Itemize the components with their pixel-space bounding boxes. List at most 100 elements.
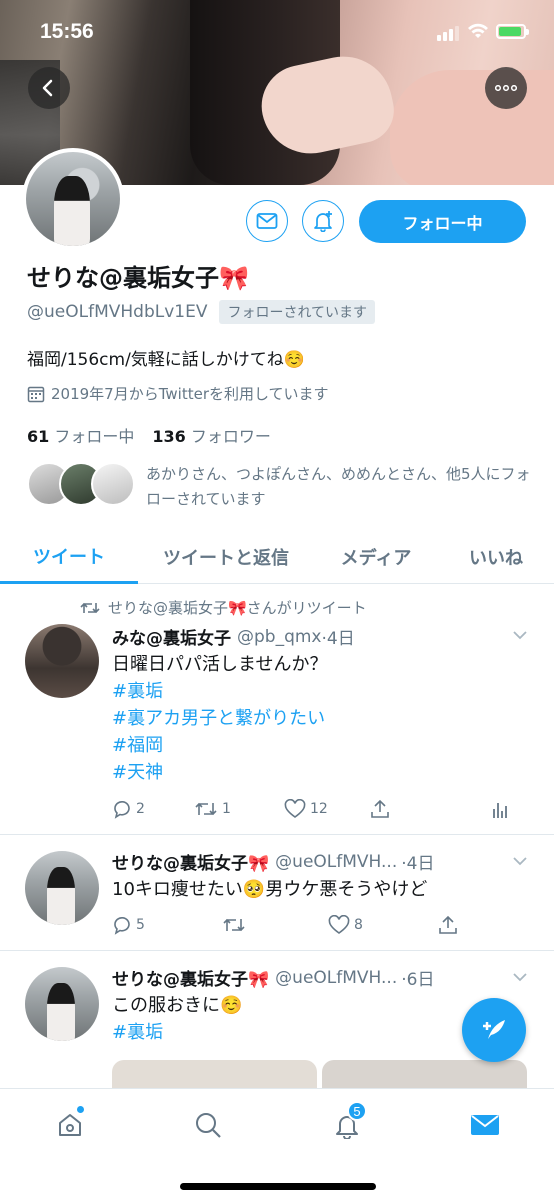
tweet-date: ·4日 [401, 854, 435, 874]
hashtag-link[interactable]: #裏アカ男子と繋がりたい [112, 705, 327, 732]
home-indicator [180, 1183, 376, 1190]
bell-plus-icon [314, 211, 332, 232]
tweet-avatar[interactable] [25, 967, 99, 1041]
tweet-author-name[interactable]: みな@裏垢女子 [112, 624, 231, 649]
compose-tweet-button[interactable] [462, 998, 526, 1062]
retweet-button[interactable]: 1 [194, 799, 284, 819]
new-content-dot [76, 1105, 85, 1114]
analytics-icon [493, 803, 507, 818]
reply-button[interactable]: 2 [112, 799, 194, 819]
tweet-author-name[interactable]: せりな@裏垢女子🎀 [112, 849, 269, 874]
tweet-avatar[interactable] [25, 624, 99, 698]
share-button[interactable] [438, 915, 458, 935]
tweet-avatar[interactable] [25, 851, 99, 925]
more-options-button[interactable] [485, 67, 527, 109]
banner-sleeve [390, 70, 554, 185]
retweet-icon [195, 802, 217, 816]
hashtag-link[interactable]: #天神 [112, 759, 327, 786]
follower-avatar [91, 462, 135, 506]
tweet-author-handle: @ueOLfMVH... [275, 967, 398, 988]
tweet-text: 10キロ痩せたい🥺男ウケ悪そうやけど [112, 879, 428, 900]
direct-message-button[interactable] [246, 200, 288, 242]
tweet-header: みな@裏垢女子 @pb_qmx ·4日 [112, 624, 355, 650]
tweet-header: せりな@裏垢女子🎀 @ueOLfMVH... ·4日 [112, 849, 435, 875]
chevron-left-icon [42, 79, 53, 97]
feather-plus-icon [483, 1020, 505, 1039]
profile-handle: @ueOLfMVHdbLv1EV [27, 302, 208, 322]
tweet-header: せりな@裏垢女子🎀 @ueOLfMVH... ·6日 [112, 965, 435, 991]
reply-count: 5 [136, 917, 145, 933]
tweet-body: この服おきに☺️ #裏垢 [112, 992, 242, 1046]
profile-tabs: ツイート ツイートと返信 メディア いいね [0, 530, 554, 584]
tab-media[interactable]: メディア [314, 530, 438, 584]
nav-search[interactable] [188, 1105, 228, 1145]
back-button[interactable] [28, 67, 70, 109]
share-icon [371, 799, 389, 818]
like-button[interactable]: 12 [284, 799, 370, 819]
tweet-text: この服おきに☺️ [112, 995, 243, 1016]
nav-messages[interactable] [465, 1105, 505, 1145]
avatar-image [26, 152, 120, 246]
reply-button[interactable]: 5 [112, 915, 222, 935]
like-count: 8 [354, 917, 363, 933]
following-button[interactable]: フォロー中 [359, 200, 526, 243]
hashtag-link[interactable]: #裏垢 [112, 678, 327, 705]
reply-icon [114, 800, 130, 819]
share-button[interactable] [370, 799, 492, 819]
profile-name: せりな@裏垢女子🎀 [27, 264, 249, 292]
hashtag-link[interactable]: #福岡 [112, 732, 327, 759]
joined-date: 2019年7月からTwitterを利用しています [27, 383, 329, 404]
tab-tweets-and-replies[interactable]: ツイートと返信 [138, 530, 314, 584]
search-icon [196, 1113, 221, 1138]
notifications-badge: 5 [347, 1101, 367, 1121]
heart-icon [328, 915, 350, 934]
tweet-date: ·4日 [321, 629, 355, 649]
followed-by-text[interactable]: あかりさん、つよぽんさん、めめんとさん、他5人にフォローされています [146, 462, 536, 512]
status-time: 15:56 [40, 20, 94, 43]
hashtag-link[interactable]: #裏垢 [112, 1019, 242, 1046]
heart-icon [284, 799, 306, 818]
tweet[interactable]: せりな@裏垢女子🎀 @ueOLfMVH... ·4日 10キロ痩せたい🥺男ウケ悪… [0, 835, 554, 951]
battery-icon [496, 24, 529, 39]
reply-count: 2 [136, 801, 145, 817]
followers-label: フォロワー [190, 427, 271, 446]
retweet-count: 1 [222, 801, 231, 817]
reply-icon [114, 916, 130, 935]
tweet-author-handle: @pb_qmx [237, 626, 322, 647]
chevron-down-icon[interactable] [512, 854, 528, 870]
tweet[interactable]: みな@裏垢女子 @pb_qmx ·4日 日曜日パパ活しませんか？ #裏垢 #裏ア… [0, 584, 554, 835]
share-icon [439, 915, 457, 934]
tweet-body: 日曜日パパ活しませんか？ #裏垢 #裏アカ男子と繋がりたい #福岡 #天神 [112, 651, 327, 786]
more-dots-icon [495, 85, 517, 91]
following-count-link[interactable]: 61 フォロー中 [27, 423, 134, 447]
nav-home[interactable] [50, 1105, 90, 1145]
tab-tweets[interactable]: ツイート [0, 530, 138, 584]
home-icon [59, 1114, 81, 1136]
handle-row: @ueOLfMVHdbLv1EV フォローされています [27, 300, 376, 324]
tweet-actions: 2 1 12 [112, 799, 508, 819]
chevron-down-icon[interactable] [512, 970, 528, 986]
analytics-button[interactable] [492, 799, 508, 819]
nav-notifications[interactable]: 5 [327, 1101, 367, 1145]
joined-text: 2019年7月からTwitterを利用しています [51, 385, 329, 403]
chevron-down-icon[interactable] [512, 628, 528, 644]
following-count: 61 [27, 427, 50, 446]
followed-by-avatars[interactable] [27, 462, 135, 506]
following-label: フォロー中 [54, 427, 135, 446]
tweet-text: 日曜日パパ活しませんか？ [112, 654, 328, 675]
tab-likes[interactable]: いいね [438, 530, 554, 584]
retweet-button[interactable] [222, 915, 328, 935]
tweet-author-name[interactable]: せりな@裏垢女子🎀 [112, 965, 269, 990]
notifications-toggle-button[interactable] [302, 200, 344, 242]
tweet-author-handle: @ueOLfMVH... [275, 851, 398, 872]
profile-avatar[interactable] [22, 148, 124, 250]
like-button[interactable]: 8 [328, 915, 438, 935]
tweet-date: ·6日 [401, 970, 435, 990]
status-bar: 15:56 [0, 0, 554, 60]
cellular-signal-icon [437, 26, 459, 41]
follow-counts: 61 フォロー中 136 フォロワー [27, 423, 271, 447]
followers-count-link[interactable]: 136 フォロワー [152, 423, 271, 447]
retweet-icon [223, 918, 245, 932]
follows-you-badge: フォローされています [219, 300, 376, 324]
wifi-icon [467, 22, 489, 44]
